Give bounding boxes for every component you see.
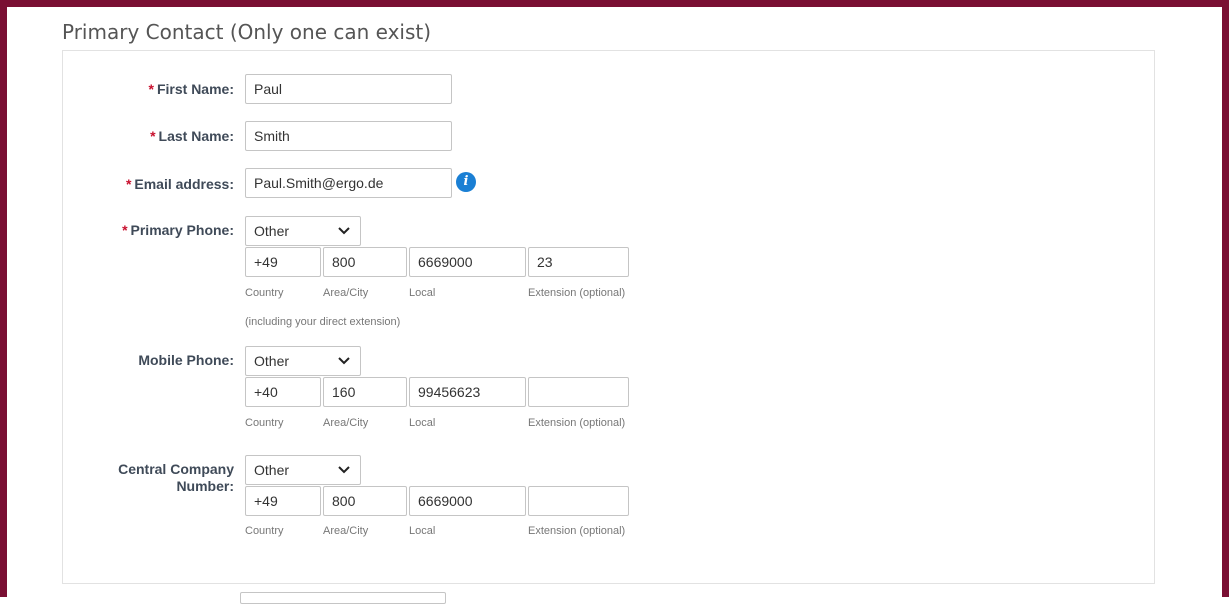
first-name-label: * First Name: xyxy=(148,81,234,97)
last-name-input[interactable]: Smith xyxy=(245,121,452,151)
chevron-down-icon xyxy=(338,357,350,365)
extension-sublabel: Extension (optional) xyxy=(528,417,626,429)
mobile-phone-local-input[interactable]: 99456623 xyxy=(409,377,526,407)
local-sublabel: Local xyxy=(409,525,436,537)
next-section-input[interactable] xyxy=(240,592,446,604)
required-marker: * xyxy=(125,176,132,192)
primary-phone-country-input[interactable]: +49 xyxy=(245,247,321,277)
country-sublabel: Country xyxy=(245,417,284,429)
primary-phone-area-input[interactable]: 800 xyxy=(323,247,407,277)
local-sublabel: Local xyxy=(409,417,436,429)
area-sublabel: Area/City xyxy=(323,417,369,429)
central-number-local-input[interactable]: 6669000 xyxy=(409,486,526,516)
info-icon[interactable]: i xyxy=(456,172,476,192)
extension-sublabel: Extension (optional) xyxy=(528,525,626,537)
email-label: * Email address: xyxy=(125,176,234,192)
central-number-type-value: Other xyxy=(254,462,290,478)
primary-phone-label: * Primary Phone: xyxy=(122,222,234,238)
local-sublabel: Local xyxy=(409,287,436,299)
mobile-phone-type-value: Other xyxy=(254,353,290,369)
country-sublabel: Country xyxy=(245,287,284,299)
central-number-country-input[interactable]: +49 xyxy=(245,486,321,516)
required-marker: * xyxy=(150,128,156,144)
chevron-down-icon xyxy=(338,466,350,474)
primary-phone-local-input[interactable]: 6669000 xyxy=(409,247,526,277)
primary-phone-type-select[interactable]: Other xyxy=(245,216,361,246)
mobile-phone-label: Mobile Phone: xyxy=(138,352,234,368)
mobile-phone-extension-input[interactable] xyxy=(528,377,629,407)
section-title: Primary Contact (Only one can exist) xyxy=(62,20,432,44)
required-marker: * xyxy=(148,81,154,97)
first-name-input[interactable]: Paul xyxy=(245,74,452,104)
mobile-phone-country-input[interactable]: +40 xyxy=(245,377,321,407)
required-marker: * xyxy=(122,222,128,238)
area-sublabel: Area/City xyxy=(323,525,369,537)
extension-sublabel: Extension (optional) xyxy=(528,287,626,299)
email-input[interactable]: Paul.Smith@ergo.de xyxy=(245,168,452,198)
central-number-area-input[interactable]: 800 xyxy=(323,486,407,516)
central-number-extension-input[interactable] xyxy=(528,486,629,516)
central-number-label: Central Company Number: xyxy=(118,461,234,494)
central-number-type-select[interactable]: Other xyxy=(245,455,361,485)
extension-note: (including your direct extension) xyxy=(245,316,401,328)
primary-phone-extension-input[interactable]: 23 xyxy=(528,247,629,277)
last-name-label: * Last Name: xyxy=(150,128,234,144)
mobile-phone-type-select[interactable]: Other xyxy=(245,346,361,376)
primary-phone-type-value: Other xyxy=(254,223,290,239)
mobile-phone-area-input[interactable]: 160 xyxy=(323,377,407,407)
area-sublabel: Area/City xyxy=(323,287,369,299)
chevron-down-icon xyxy=(338,227,350,235)
country-sublabel: Country xyxy=(245,525,284,537)
